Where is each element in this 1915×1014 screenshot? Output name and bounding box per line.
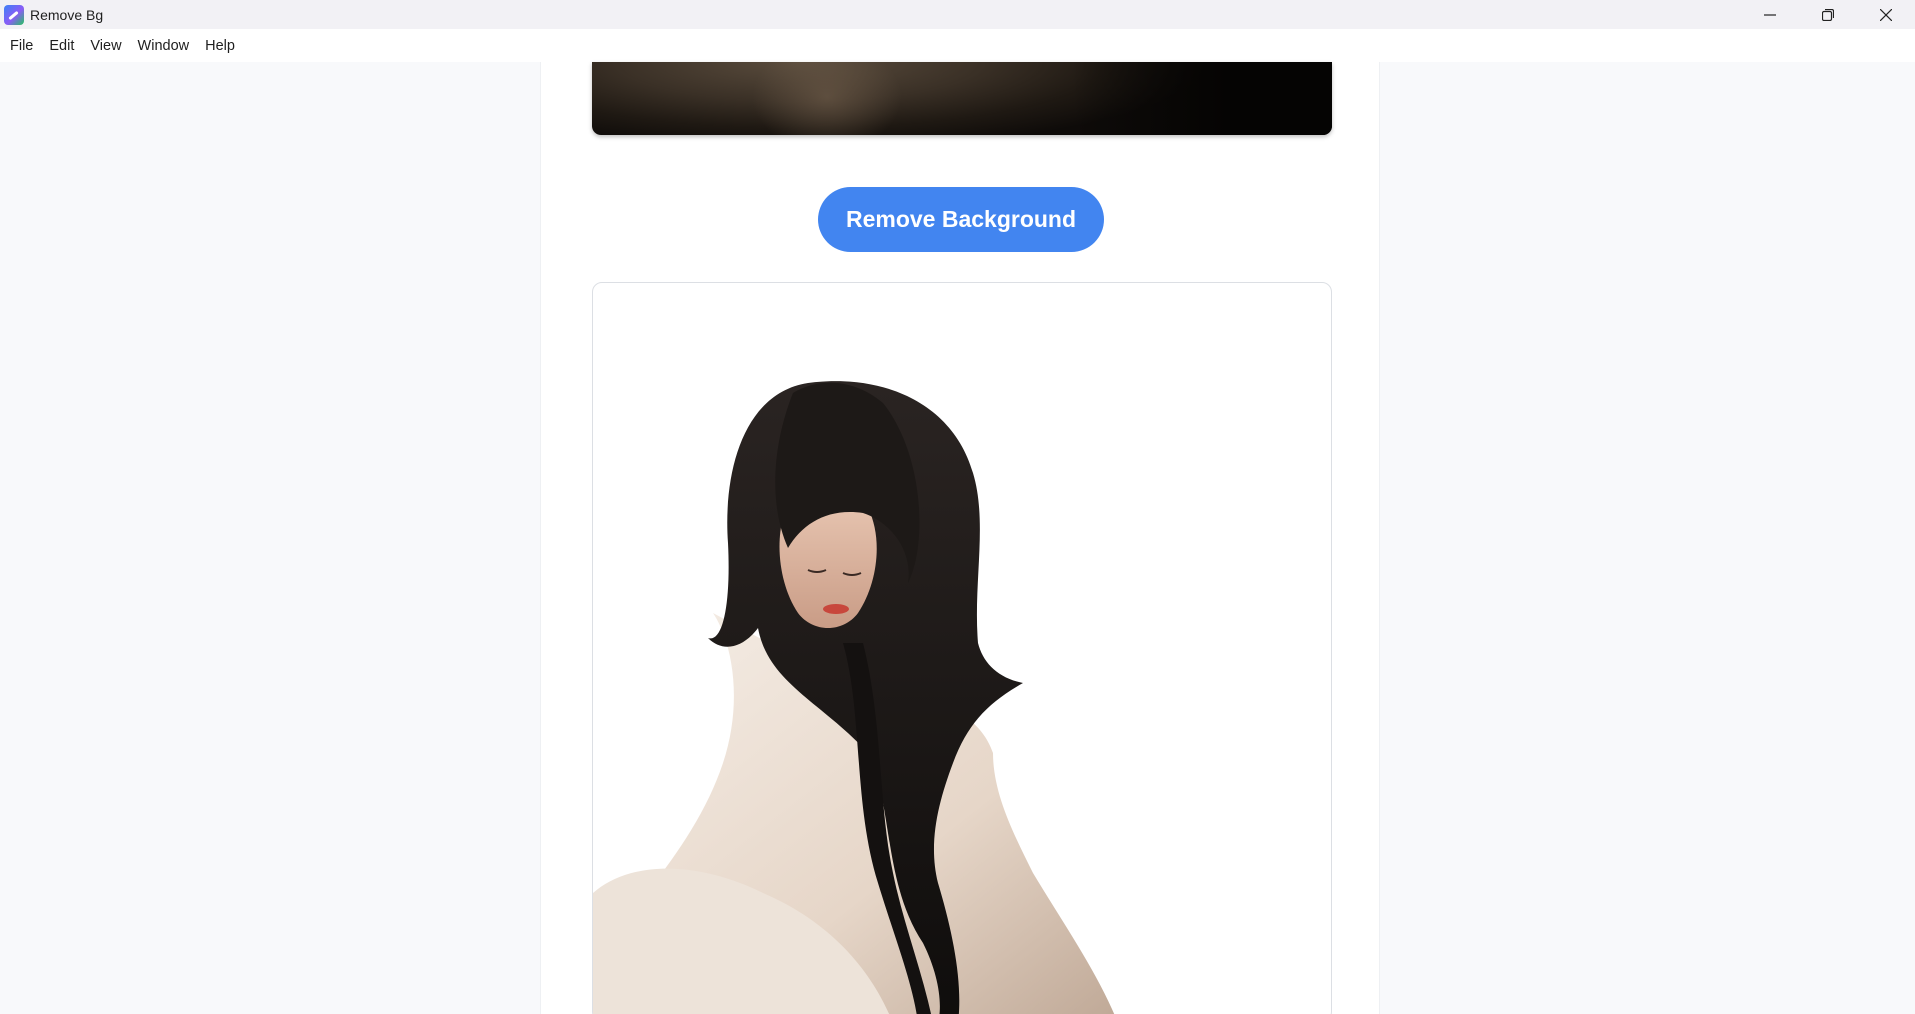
menu-bar: File Edit View Window Help bbox=[0, 29, 1915, 62]
restore-button[interactable] bbox=[1799, 0, 1857, 29]
window-title: Remove Bg bbox=[30, 6, 104, 23]
remove-background-button[interactable]: Remove Background bbox=[818, 187, 1104, 252]
minimize-button[interactable] bbox=[1741, 0, 1799, 29]
window-controls bbox=[1741, 0, 1915, 29]
menu-view[interactable]: View bbox=[82, 38, 129, 54]
app-logo-icon bbox=[4, 4, 24, 25]
close-button[interactable] bbox=[1857, 0, 1915, 29]
title-bar: Remove Bg bbox=[0, 0, 1915, 29]
result-image bbox=[593, 381, 1115, 1014]
menu-edit[interactable]: Edit bbox=[41, 38, 82, 54]
content-panel: Remove Background bbox=[540, 62, 1380, 1014]
menu-help[interactable]: Help bbox=[197, 38, 243, 54]
result-image-card bbox=[592, 282, 1332, 1014]
menu-window[interactable]: Window bbox=[130, 38, 198, 54]
minimize-icon bbox=[1764, 13, 1776, 16]
restore-icon bbox=[1822, 8, 1834, 21]
original-image bbox=[592, 62, 1332, 135]
menu-file[interactable]: File bbox=[2, 38, 41, 54]
close-icon bbox=[1880, 8, 1892, 21]
